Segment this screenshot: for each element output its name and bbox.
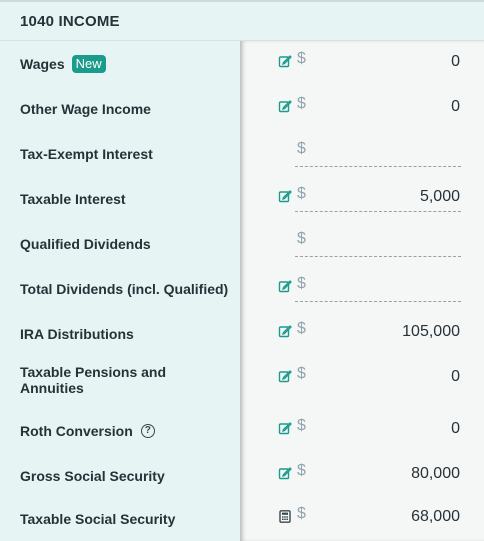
taxable-social-security-input[interactable] bbox=[295, 502, 461, 532]
row-gross-social-security: Gross Social Security $ bbox=[0, 453, 484, 498]
row-label: Roth Conversion ? bbox=[20, 408, 230, 453]
row-qualified-dividends: Qualified Dividends $ bbox=[0, 221, 484, 266]
edit-icon[interactable] bbox=[277, 53, 293, 69]
row-label: Other Wage Income bbox=[20, 100, 151, 117]
other-wage-income-input[interactable] bbox=[295, 92, 461, 122]
row-other-wage-income: Other Wage Income $ bbox=[0, 86, 484, 131]
row-wages: Wages New $ bbox=[0, 41, 484, 86]
row-tax-exempt-interest: Tax-Exempt Interest $ bbox=[0, 131, 484, 176]
taxable-pensions-input[interactable] bbox=[295, 362, 461, 392]
edit-icon[interactable] bbox=[277, 278, 293, 294]
row-label: Taxable Social Security bbox=[20, 510, 176, 527]
total-dividends-input[interactable] bbox=[295, 272, 461, 302]
edit-icon[interactable] bbox=[277, 368, 293, 384]
edit-icon[interactable] bbox=[277, 465, 293, 481]
section-header: 1040 INCOME bbox=[0, 0, 484, 41]
row-label: Tax-Exempt Interest bbox=[20, 145, 153, 162]
taxable-interest-input[interactable] bbox=[295, 182, 461, 212]
row-label: Total Dividends (incl. Qualified) bbox=[20, 280, 229, 297]
tax-exempt-interest-input[interactable] bbox=[295, 137, 461, 167]
row-label-text: Wages bbox=[20, 55, 65, 72]
new-badge: New bbox=[71, 54, 106, 73]
ira-distributions-input[interactable] bbox=[295, 317, 461, 347]
row-ira-distributions: IRA Distributions $ bbox=[0, 311, 484, 356]
question-circle-icon[interactable]: ? bbox=[140, 423, 155, 438]
calculator-icon[interactable] bbox=[277, 508, 293, 524]
row-label: Wages New bbox=[20, 41, 230, 86]
row-label: IRA Distributions bbox=[20, 325, 134, 342]
wages-input[interactable] bbox=[295, 47, 461, 77]
row-taxable-pensions: Taxable Pensions and Annuities $ bbox=[0, 356, 484, 406]
row-taxable-social-security: Taxable Social Security $ bbox=[0, 496, 484, 541]
edit-icon[interactable] bbox=[277, 188, 293, 204]
row-label: Gross Social Security bbox=[20, 467, 165, 484]
edit-icon[interactable] bbox=[277, 420, 293, 436]
gross-social-security-input[interactable] bbox=[295, 459, 461, 489]
roth-conversion-input[interactable] bbox=[295, 414, 461, 444]
row-taxable-interest: Taxable Interest $ bbox=[0, 176, 484, 221]
row-label-text: Roth Conversion bbox=[20, 422, 133, 439]
row-label: Taxable Interest bbox=[20, 190, 126, 207]
edit-icon[interactable] bbox=[277, 323, 293, 339]
section-title: 1040 INCOME bbox=[20, 12, 120, 30]
edit-icon[interactable] bbox=[277, 98, 293, 114]
row-label: Taxable Pensions and Annuities bbox=[20, 364, 167, 396]
row-label: Qualified Dividends bbox=[20, 235, 151, 252]
qualified-dividends-input[interactable] bbox=[295, 227, 461, 257]
row-total-dividends: Total Dividends (incl. Qualified) $ bbox=[0, 266, 484, 311]
row-roth-conversion: Roth Conversion ? $ bbox=[0, 408, 484, 453]
